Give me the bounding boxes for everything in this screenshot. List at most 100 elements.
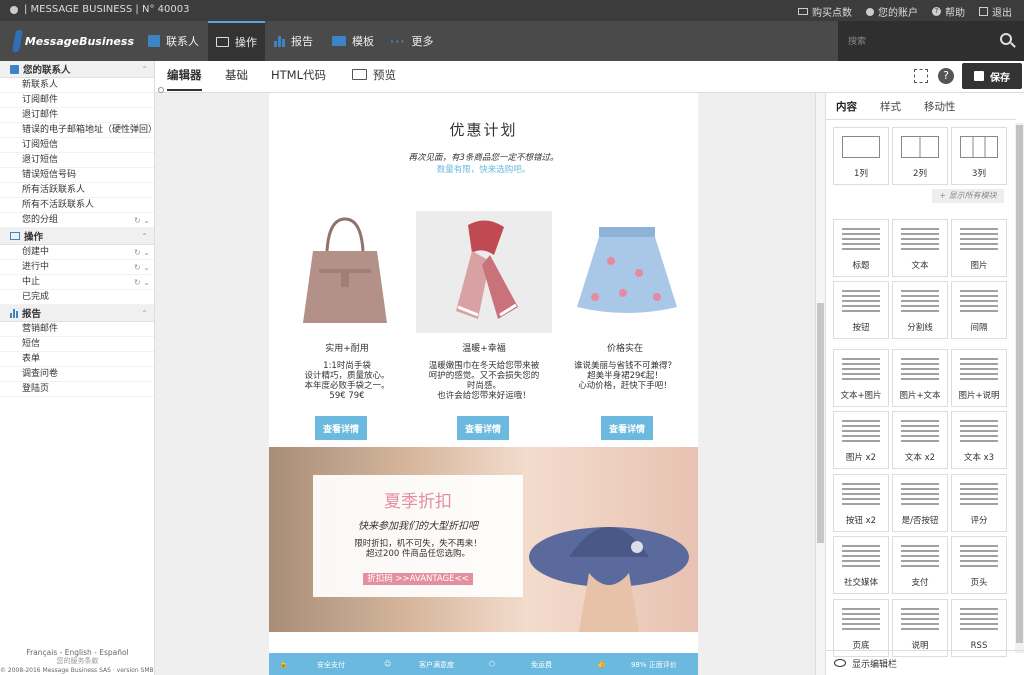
block-tile[interactable]: 3列 <box>951 127 1007 185</box>
block-tile[interactable]: 1列 <box>833 127 889 185</box>
sidebar-item[interactable]: 中止 ↻ ⌄ <box>0 275 154 290</box>
sidebar-item[interactable]: 已完成 <box>0 290 154 305</box>
sidebar-item[interactable]: 营销邮件 <box>0 322 154 337</box>
contacts-section-header[interactable]: 您的联系人 ⌃ <box>0 61 154 78</box>
banner-discount-code[interactable]: 折扣码 >>AVANTAGE<< <box>363 573 473 585</box>
nav-reports[interactable]: 报告 <box>266 21 321 61</box>
block-tile[interactable]: 是/否按钮 <box>892 474 948 532</box>
block-tile[interactable]: RSS <box>951 599 1007 657</box>
tab-mobile[interactable]: 移动性 <box>924 99 956 114</box>
block-tile[interactable]: 按钮 <box>833 281 889 339</box>
panel-scrollbar[interactable] <box>1015 123 1024 653</box>
product-description[interactable]: 谁说美丽与省钱不可兼得？ 超美半身裙29€起！ 心动价格，赶快下手吧！ <box>555 361 695 391</box>
sidebar-item[interactable]: 短信 <box>0 337 154 352</box>
terms-link[interactable]: 您的服务条款 <box>0 657 154 666</box>
logo[interactable]: MessageBusiness <box>12 29 134 53</box>
block-tile[interactable]: 页头 <box>951 536 1007 594</box>
nav-templates[interactable]: 模板 <box>324 21 382 61</box>
sidebar-item[interactable]: 所有不活跃联系人 <box>0 198 154 213</box>
sidebar-item[interactable]: 错误的电子邮箱地址（硬性弹回） <box>0 123 154 138</box>
logout-link[interactable]: 退出 <box>979 4 1012 19</box>
block-tile[interactable]: 按钮 x2 <box>833 474 889 532</box>
product-details-button[interactable]: 查看详情 <box>601 416 653 440</box>
show-editor-bar-toggle[interactable]: 显示编辑栏 <box>826 650 1024 675</box>
block-tile[interactable]: 图片 <box>951 219 1007 277</box>
save-button[interactable]: 保存 <box>962 63 1022 89</box>
banner-title[interactable]: 夏季折扣 <box>313 487 523 512</box>
block-tile[interactable]: 社交媒体 <box>833 536 889 594</box>
banner-text-box[interactable]: 夏季折扣 快来参加我们的大型折扣吧 限时折扣，机不可失，失不再来！ 超过200 … <box>313 475 523 597</box>
block-tile[interactable]: 分割线 <box>892 281 948 339</box>
product-details-button[interactable]: 查看详情 <box>315 416 367 440</box>
sidebar-item[interactable]: 所有活跃联系人 <box>0 183 154 198</box>
product-image-scarf[interactable] <box>416 211 552 333</box>
help-link[interactable]: ? 帮助 <box>932 4 965 19</box>
sidebar-item[interactable]: 订阅短信 <box>0 138 154 153</box>
sidebar-item[interactable]: 退订邮件 <box>0 108 154 123</box>
tab-html[interactable]: HTML代码 <box>271 67 326 91</box>
email-subtitle[interactable]: 再次见面，有3条商品您一定不想错过。 <box>269 151 698 163</box>
sidebar-item[interactable]: 退订短信 <box>0 153 154 168</box>
block-tile[interactable]: 间隔 <box>951 281 1007 339</box>
product-description[interactable]: 1:1时尚手袋 设计精巧，质量放心。 本年度必败手袋之一。 59€ 79€ <box>277 361 417 401</box>
operations-section-header[interactable]: 操作 ⌃ <box>0 228 154 245</box>
block-tile[interactable]: 页底 <box>833 599 889 657</box>
show-all-modules-button[interactable]: + 显示所有模块 <box>932 189 1004 203</box>
nav-operations[interactable]: 操作 <box>208 21 265 61</box>
block-tile[interactable]: 文本 x2 <box>892 411 948 469</box>
fullscreen-icon[interactable] <box>914 69 928 83</box>
block-tile[interactable]: 2列 <box>892 127 948 185</box>
my-account-link[interactable]: 您的账户 <box>866 4 918 19</box>
chevron-up-icon[interactable]: ⌃ <box>141 232 148 241</box>
sidebar-item[interactable]: 创建中 ↻ ⌄ <box>0 245 154 260</box>
help-icon[interactable]: ? <box>938 68 954 84</box>
block-tile[interactable]: 文本+图片 <box>833 349 889 407</box>
nav-contacts[interactable]: 联系人 <box>140 21 207 61</box>
refresh-icon[interactable]: ↻ ⌄ <box>134 213 150 227</box>
summer-sale-banner[interactable]: 夏季折扣 快来参加我们的大型折扣吧 限时折扣，机不可失，失不再来！ 超过200 … <box>269 447 698 632</box>
product-details-button[interactable]: 查看详情 <box>457 416 509 440</box>
email-footer-bar[interactable]: 🔒 安全支付 ☺ 客户满意度 ⬡ 免运费 👍 98% 正面评价 <box>269 653 698 675</box>
block-tile[interactable]: 图片+文本 <box>892 349 948 407</box>
chevron-up-icon[interactable]: ⌃ <box>141 309 148 318</box>
block-tile[interactable]: 图片+说明 <box>951 349 1007 407</box>
sidebar-item[interactable]: 订阅邮件 <box>0 93 154 108</box>
email-title[interactable]: 优惠计划 <box>269 119 698 140</box>
banner-subtitle[interactable]: 快来参加我们的大型折扣吧 <box>313 517 523 532</box>
product-image-handbag[interactable] <box>279 211 415 333</box>
sidebar-item[interactable]: 进行中 ↻ ⌄ <box>0 260 154 275</box>
product-title[interactable]: 实用+耐用 <box>277 341 417 354</box>
sidebar-item[interactable]: 表单 <box>0 352 154 367</box>
canvas-scrollbar[interactable] <box>815 93 825 675</box>
banner-body[interactable]: 限时折扣，机不可失，失不再来！ 超过200 件商品任您选购。 <box>313 539 523 559</box>
refresh-icon[interactable]: ↻ ⌄ <box>134 245 150 259</box>
block-tile[interactable]: 标题 <box>833 219 889 277</box>
search-icon[interactable] <box>1000 33 1012 45</box>
email-preview[interactable]: 优惠计划 再次见面，有3条商品您一定不想错过。 数量有限，快来选购吧。 实用+耐… <box>269 93 698 675</box>
sidebar-item[interactable]: 新联系人 <box>0 78 154 93</box>
product-title[interactable]: 价格实在 <box>555 341 695 354</box>
sidebar-item[interactable]: 您的分组 ↻ ⌄ <box>0 213 154 228</box>
tab-style[interactable]: 样式 <box>880 99 901 114</box>
block-tile[interactable]: 文本 <box>892 219 948 277</box>
reports-section-header[interactable]: 报告 ⌃ <box>0 305 154 322</box>
block-tile[interactable]: 文本 x3 <box>951 411 1007 469</box>
tab-basic[interactable]: 基础 <box>225 67 248 91</box>
refresh-icon[interactable]: ↻ ⌄ <box>134 260 150 274</box>
product-title[interactable]: 温暖+幸福 <box>414 341 554 354</box>
tab-preview[interactable]: 预览 <box>352 67 396 91</box>
buy-credits-link[interactable]: 购买点数 <box>798 4 852 19</box>
refresh-icon[interactable]: ↻ ⌄ <box>134 275 150 289</box>
editor-canvas[interactable]: 优惠计划 再次见面，有3条商品您一定不想错过。 数量有限，快来选购吧。 实用+耐… <box>155 93 825 675</box>
scrollbar-thumb[interactable] <box>1016 125 1023 643</box>
block-tile[interactable]: 支付 <box>892 536 948 594</box>
tab-content[interactable]: 内容 <box>836 99 857 114</box>
product-description[interactable]: 温暖嫩围巾在冬天给您带来被 呵护的感觉。又不会损失您的 时尚感。 也许会给您带来… <box>414 361 554 401</box>
email-subtitle-2[interactable]: 数量有限，快来选购吧。 <box>269 163 698 175</box>
product-image-skirt[interactable] <box>559 211 695 333</box>
sidebar-item[interactable]: 登陆页 <box>0 382 154 397</box>
scrollbar-thumb[interactable] <box>817 303 824 543</box>
language-links[interactable]: Français - English - Español <box>0 648 154 657</box>
search-input[interactable]: 搜索 <box>838 21 1024 61</box>
sidebar-item[interactable]: 调查问卷 <box>0 367 154 382</box>
